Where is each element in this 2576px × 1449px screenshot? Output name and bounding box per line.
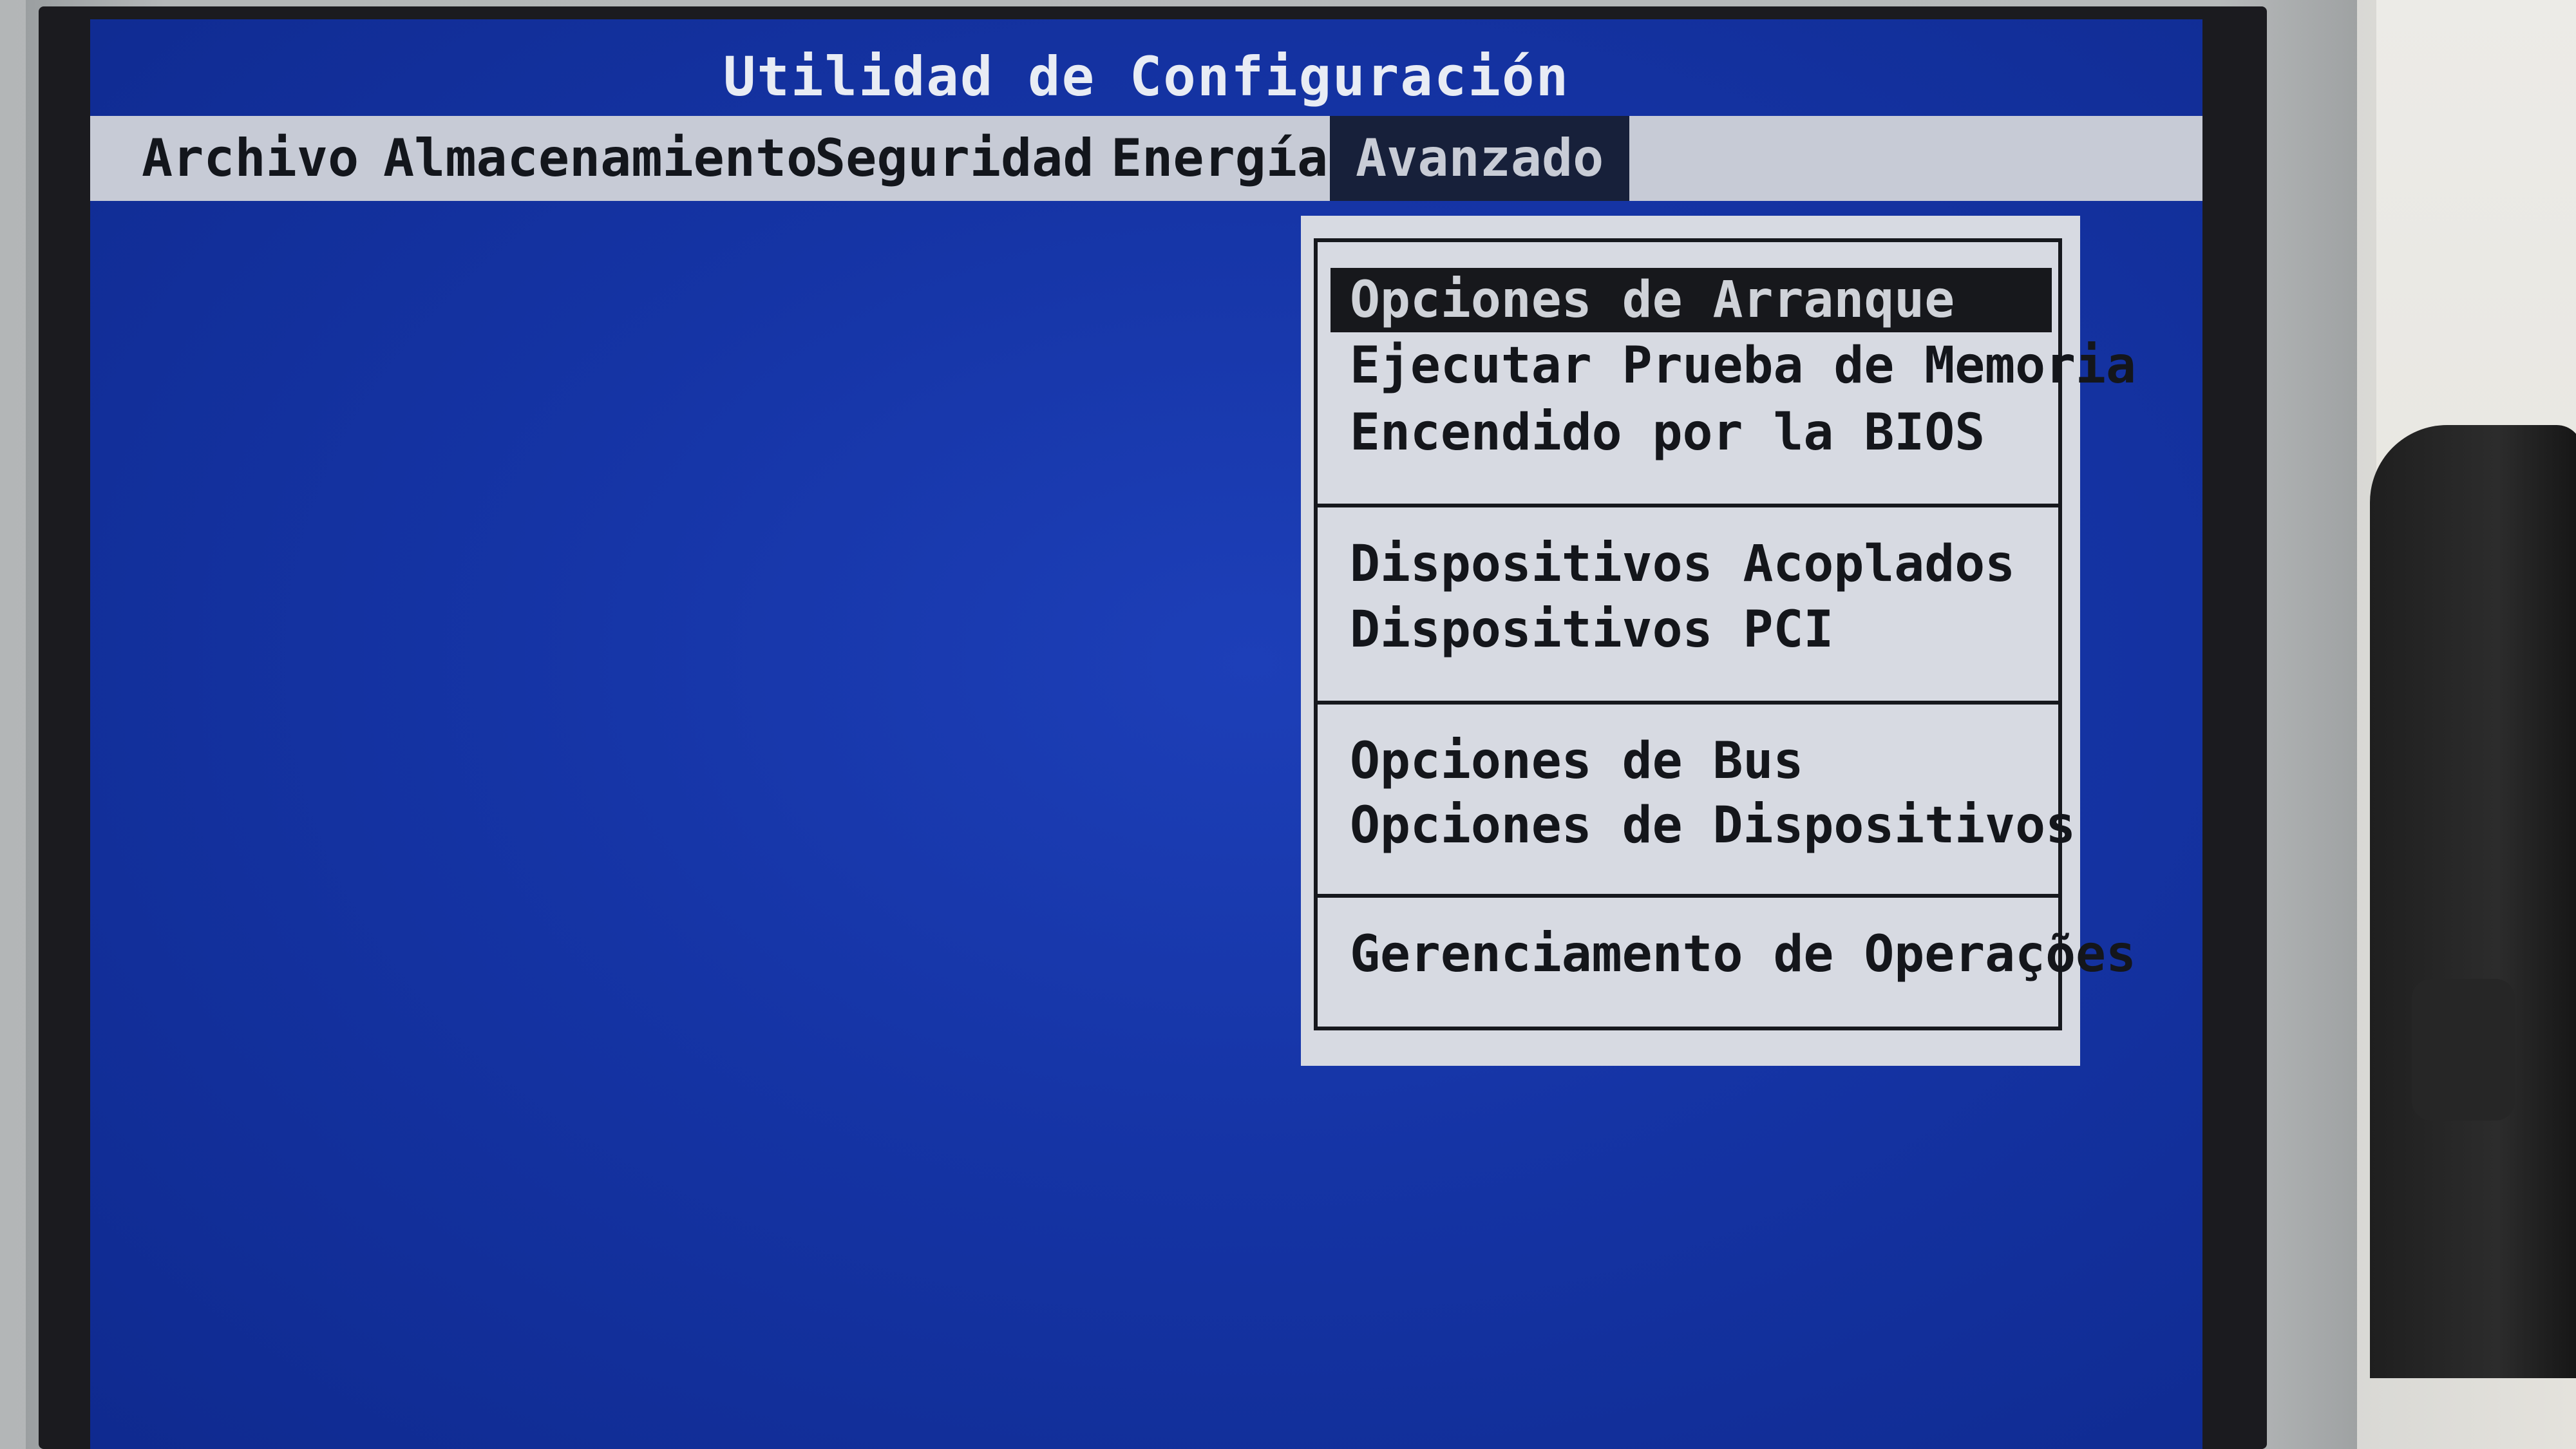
menu-option-bus-options[interactable]: Opciones de Bus [1331,729,2052,793]
page-title: Utilidad de Configuración [723,45,1570,108]
menu-option-boot-options[interactable]: Opciones de Arranque [1331,268,2052,332]
background-chair-arm [2412,979,2515,1121]
menu-option-device-options[interactable]: Opciones de Dispositivos [1331,793,2076,858]
menu-archivo[interactable]: Archivo [142,116,359,201]
menu-energia[interactable]: Energía [1111,116,1328,201]
dropdown-divider [1318,701,2058,705]
dropdown-frame: Opciones de Arranque Ejecutar Prueba de … [1314,238,2136,1030]
menu-option-docked-devices[interactable]: Dispositivos Acoplados [1331,532,2052,596]
avanzado-dropdown: Opciones de Arranque Ejecutar Prueba de … [1301,216,2136,1066]
menu-seguridad[interactable]: Seguridad [815,116,1094,201]
bios-screen: Utilidad de Configuración Archivo Almace… [90,19,2202,1449]
background-chair [2370,425,2576,1378]
menu-option-operations-management[interactable]: Gerenciamento de Operações [1331,922,2136,987]
dropdown-divider [1318,504,2058,507]
menu-option-pci-devices[interactable]: Dispositivos PCI [1331,598,2052,662]
dropdown-divider [1318,894,2058,898]
menu-option-memory-test[interactable]: Ejecutar Prueba de Memoria [1331,334,2136,398]
menu-option-bios-power-on[interactable]: Encendido por la BIOS [1331,401,2052,465]
menu-almacenamiento[interactable]: Almacenamiento [383,116,817,201]
menu-avanzado[interactable]: Avanzado [1330,116,1630,201]
